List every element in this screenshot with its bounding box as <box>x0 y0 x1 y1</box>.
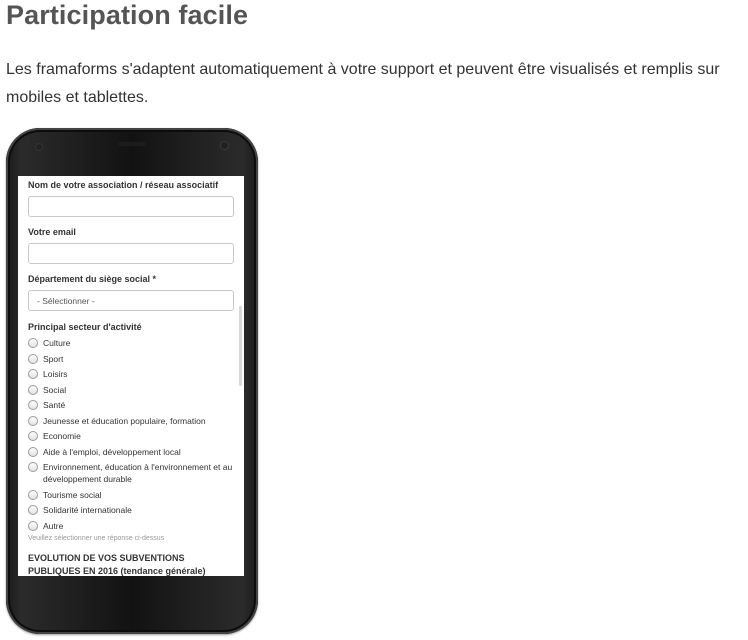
radio-label: Solidarité internationale <box>43 505 132 515</box>
department-label: Département du siège social * <box>28 274 157 284</box>
page-title: Participation facile <box>6 0 249 30</box>
radio-option[interactable]: Environnement, éducation à l'environneme… <box>28 461 234 485</box>
radio-label: Aide à l'emploi, développement local <box>43 446 181 457</box>
radio-label: Tourisme social <box>43 489 102 500</box>
intro-text: Les framaforms s'adaptent automatiquemen… <box>6 56 748 112</box>
radio-button[interactable] <box>28 400 38 410</box>
radio-option[interactable]: Loisirs <box>28 368 234 380</box>
radio-label: Culture <box>43 338 71 348</box>
radio-label: Autre <box>43 520 64 531</box>
association-input[interactable] <box>28 196 234 217</box>
subsidies-section-title: EVOLUTION DE VOS SUBVENTIONS PUBLIQUES E… <box>28 553 206 576</box>
radio-button[interactable] <box>28 415 38 426</box>
department-select[interactable]: - Sélectionner - <box>28 290 234 311</box>
radio-button[interactable] <box>28 369 38 379</box>
front-camera-icon <box>221 142 228 149</box>
radio-button[interactable] <box>28 353 38 364</box>
email-label: Votre email <box>28 227 76 237</box>
radio-label: Economie <box>43 431 81 441</box>
radio-option[interactable]: Jeunesse et éducation populaire, formati… <box>28 415 234 427</box>
radio-label: Environnement, éducation à l'environneme… <box>43 462 233 484</box>
radio-button[interactable] <box>28 489 38 500</box>
radio-option[interactable]: Social <box>28 384 234 396</box>
speaker-grille <box>118 142 146 146</box>
radio-option[interactable]: Aide à l'emploi, développement local <box>28 446 234 458</box>
survey-form: Nom de votre association / réseau associ… <box>28 176 234 576</box>
radio-option[interactable]: Autre <box>28 520 234 532</box>
radio-button[interactable] <box>28 431 38 441</box>
sensor-icon <box>36 144 42 150</box>
radio-button[interactable] <box>28 505 38 515</box>
email-input[interactable] <box>28 243 234 264</box>
sector-hint: Veuillez sélectionner une réponse ci-des… <box>28 535 165 542</box>
radio-button[interactable] <box>28 338 38 348</box>
sector-label: Principal secteur d'activité <box>28 322 142 332</box>
radio-option[interactable]: Culture <box>28 337 234 349</box>
radio-button[interactable] <box>28 384 38 395</box>
radio-label: Santé <box>43 400 66 410</box>
radio-option[interactable]: Sport <box>28 353 234 365</box>
radio-label: Social <box>43 384 67 395</box>
intro-line-2: mobiles et tablettes. <box>6 89 149 106</box>
phone-mockup: Nom de votre association / réseau associ… <box>6 128 258 634</box>
radio-option[interactable]: Santé <box>28 399 234 411</box>
scrollbar[interactable] <box>239 306 242 386</box>
intro-line-1: Les framaforms s'adaptent automatiquemen… <box>6 61 720 78</box>
association-label: Nom de votre association / réseau associ… <box>28 180 219 190</box>
radio-option[interactable]: Tourisme social <box>28 489 234 501</box>
radio-label: Jeunesse et éducation populaire, formati… <box>43 415 206 426</box>
radio-button[interactable] <box>28 520 38 531</box>
phone-screen: Nom de votre association / réseau associ… <box>18 176 244 576</box>
radio-label: Loisirs <box>43 369 68 379</box>
radio-option[interactable]: Economie <box>28 430 234 442</box>
radio-option[interactable]: Solidarité internationale <box>28 504 234 516</box>
sector-radio-group: Culture Sport Loisirs Social Santé Jeune… <box>28 337 234 532</box>
radio-label: Sport <box>43 353 64 364</box>
radio-button[interactable] <box>28 446 38 457</box>
radio-button[interactable] <box>28 462 38 472</box>
